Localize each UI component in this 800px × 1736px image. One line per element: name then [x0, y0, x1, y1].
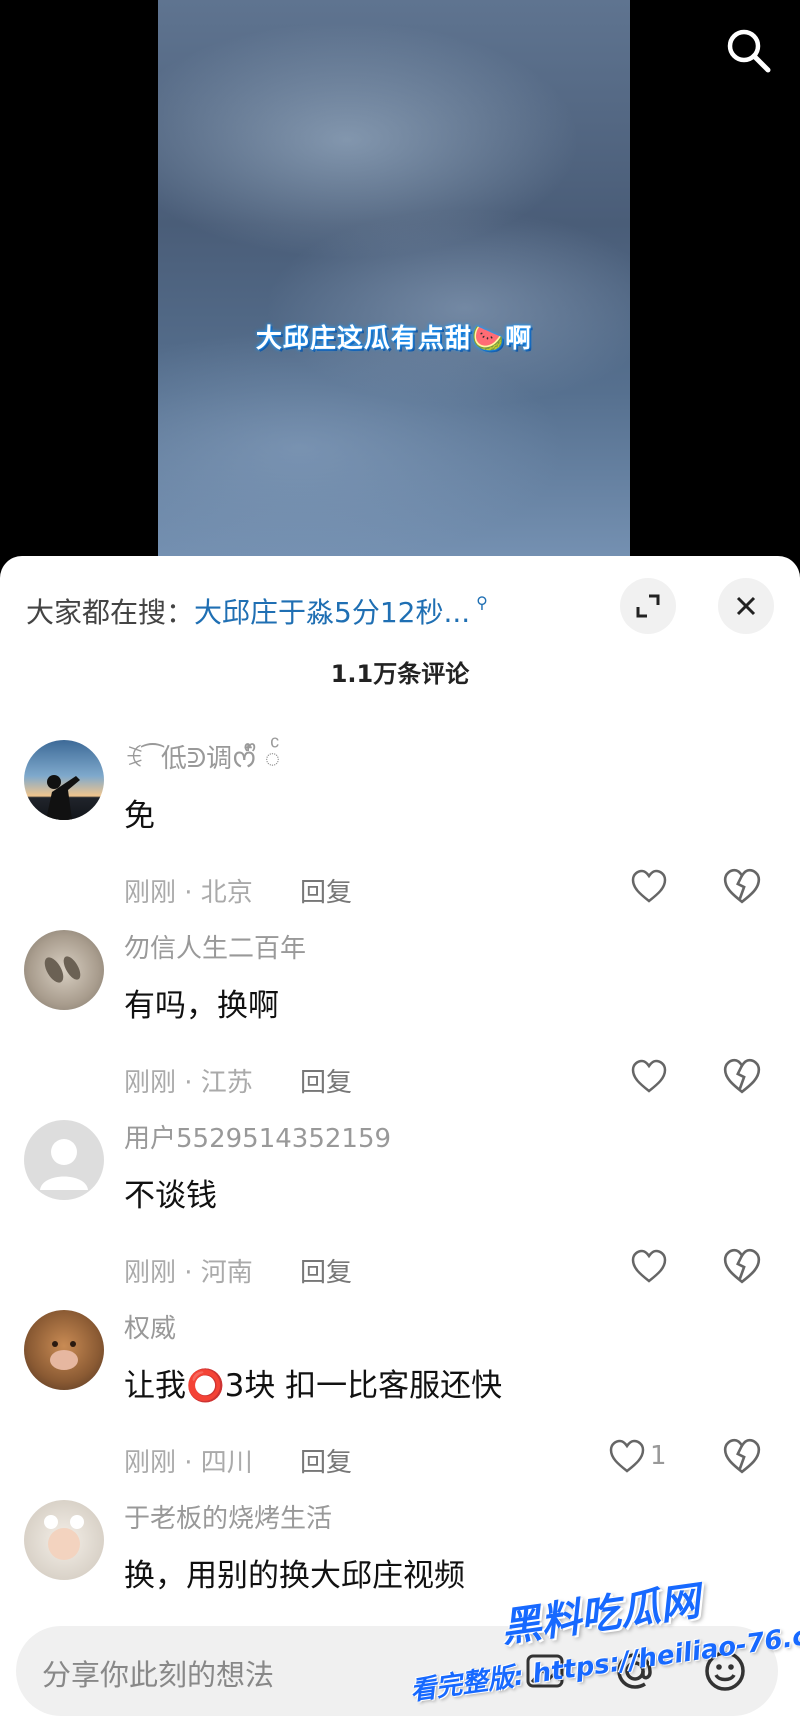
- trending-label: 大家都在搜：: [26, 596, 195, 629]
- comments-sheet: 大家都在搜： 大邱庄于淼5分12秒... ⚲ 1.1万条评论 ꉂ ͡ 低ᕲ调ᰔ໋…: [0, 556, 800, 1736]
- comment-meta: 刚刚 · 江苏: [124, 1068, 253, 1098]
- reply-button[interactable]: 回复: [300, 1442, 352, 1479]
- avatar[interactable]: [24, 740, 104, 820]
- avatar[interactable]: [24, 1500, 104, 1580]
- expand-button[interactable]: [620, 578, 676, 634]
- comment-text: 不谈钱: [124, 1178, 217, 1214]
- broken-heart-icon[interactable]: [722, 866, 762, 906]
- comment-text: 有吗，换啊: [124, 988, 279, 1024]
- like-button[interactable]: [630, 1246, 668, 1286]
- comment-count: 1.1万条评论: [330, 660, 470, 688]
- avatar[interactable]: [24, 1310, 104, 1390]
- avatar[interactable]: [24, 1120, 104, 1200]
- comment-input-placeholder: 分享你此刻的想法: [42, 1658, 275, 1692]
- comment-username[interactable]: 用户5529514352159: [124, 1118, 391, 1155]
- reply-button[interactable]: 回复: [300, 1062, 352, 1099]
- avatar[interactable]: [24, 930, 104, 1010]
- comment-username[interactable]: 权威: [124, 1308, 176, 1345]
- comment-username[interactable]: 勿信人生二百年: [124, 928, 306, 965]
- close-button[interactable]: [718, 578, 774, 634]
- video-frame: 大邱庄这瓜有点甜🍉啊: [158, 0, 630, 560]
- comment-text: 让我⭕3块 扣一比客服还快: [124, 1368, 503, 1404]
- trending-search[interactable]: 大家都在搜： 大邱庄于淼5分12秒... ⚲: [26, 586, 660, 636]
- like-button[interactable]: [630, 1056, 668, 1096]
- reply-button[interactable]: 回复: [300, 1252, 352, 1289]
- comment-meta: 刚刚 · 北京: [124, 878, 253, 908]
- like-button[interactable]: [630, 866, 668, 906]
- comment-meta: 刚刚 · 河南: [124, 1258, 253, 1288]
- comment-text: 免: [124, 798, 155, 834]
- comment-username[interactable]: ꉂ ͡ 低ᕲ调ᰔ໋ᩚ ◌ͨ: [124, 738, 280, 781]
- video-player[interactable]: 大邱庄这瓜有点甜🍉啊: [0, 0, 800, 570]
- video-caption: 大邱庄这瓜有点甜🍉啊: [255, 324, 533, 354]
- close-icon: [736, 596, 756, 616]
- like-button[interactable]: 1: [608, 1436, 667, 1476]
- trending-query-link[interactable]: 大邱庄于淼5分12秒...: [194, 591, 470, 631]
- comment-text: 换，用别的换大邱庄视频: [124, 1558, 465, 1594]
- broken-heart-icon[interactable]: [722, 1056, 762, 1096]
- heart-icon: [609, 1439, 645, 1473]
- search-icon[interactable]: [722, 24, 774, 76]
- heart-icon: [631, 1059, 667, 1093]
- reply-button[interactable]: 回复: [300, 872, 352, 909]
- like-count: 1: [650, 1441, 667, 1471]
- heart-icon: [631, 1249, 667, 1283]
- small-search-icon: ⚲: [476, 592, 488, 612]
- broken-heart-icon[interactable]: [722, 1246, 762, 1286]
- broken-heart-icon[interactable]: [722, 1436, 762, 1476]
- expand-icon: [636, 594, 660, 618]
- comment-username[interactable]: 于老板的烧烤生活: [124, 1498, 332, 1535]
- comment-meta: 刚刚 · 四川: [124, 1448, 253, 1478]
- heart-icon: [631, 869, 667, 903]
